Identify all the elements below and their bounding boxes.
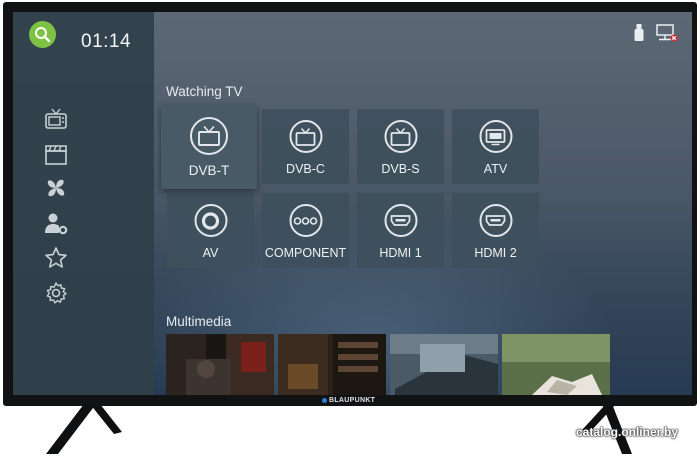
media-thumbnail[interactable] bbox=[502, 334, 610, 395]
sidebar-item-media[interactable] bbox=[44, 142, 68, 166]
brand-dot bbox=[322, 397, 327, 403]
search-icon bbox=[35, 27, 51, 43]
source-tile-hdmi-2[interactable]: HDMI 2 bbox=[452, 193, 539, 268]
source-label: COMPONENT bbox=[264, 246, 347, 260]
av-jack-icon bbox=[194, 204, 227, 237]
apps-icon bbox=[47, 179, 65, 197]
source-label: DVB-S bbox=[381, 162, 420, 176]
source-label: AV bbox=[202, 246, 219, 260]
source-label: HDMI 2 bbox=[474, 246, 517, 260]
source-tile-av[interactable]: AV bbox=[167, 193, 254, 268]
source-tile-atv[interactable]: ATV bbox=[452, 109, 539, 184]
star-icon bbox=[45, 247, 67, 268]
component-icon bbox=[289, 204, 322, 237]
tv-bezel: 01:14 Watching TV DVB-C DVB-S ATV AV COM… bbox=[3, 2, 697, 406]
usb-drive-icon bbox=[634, 24, 644, 41]
tv-icon bbox=[190, 117, 228, 155]
tv-screen: 01:14 Watching TV DVB-C DVB-S ATV AV COM… bbox=[13, 12, 692, 395]
tv-icon bbox=[384, 120, 417, 153]
brand-logo: BLAUPUNKT bbox=[322, 397, 375, 404]
source-tile-component[interactable]: COMPONENT bbox=[262, 193, 349, 268]
multimedia-title: Multimedia bbox=[166, 314, 232, 329]
network-status bbox=[656, 24, 678, 46]
tv-icon bbox=[289, 120, 322, 153]
user-settings-icon bbox=[45, 213, 68, 235]
tv-icon bbox=[45, 108, 67, 129]
source-label: ATV bbox=[483, 162, 508, 176]
clapperboard-icon bbox=[45, 145, 67, 165]
clock: 01:14 bbox=[81, 31, 132, 52]
brand-name: BLAUPUNKT bbox=[329, 397, 376, 404]
sidebar-item-user-settings[interactable] bbox=[44, 211, 68, 235]
sidebar-item-settings[interactable] bbox=[44, 281, 68, 305]
source-label: DVB-T bbox=[188, 163, 230, 178]
source-tile-dvb-s[interactable]: DVB-S bbox=[357, 109, 444, 184]
network-disconnected-icon bbox=[656, 24, 678, 42]
source-label: DVB-C bbox=[286, 162, 325, 176]
media-thumbnail[interactable] bbox=[278, 334, 386, 395]
hdmi-icon bbox=[384, 204, 417, 237]
search-button[interactable] bbox=[29, 21, 56, 48]
sidebar-item-tv[interactable] bbox=[44, 107, 68, 131]
source-tile-dvb-c[interactable]: DVB-C bbox=[262, 109, 349, 184]
source-label: HDMI 1 bbox=[379, 246, 422, 260]
sidebar: 01:14 bbox=[13, 12, 154, 395]
gear-icon bbox=[46, 282, 67, 304]
usb-status bbox=[634, 24, 644, 46]
media-thumbnail[interactable] bbox=[390, 334, 498, 395]
tv-stand-left bbox=[46, 404, 122, 454]
sidebar-item-favorites[interactable] bbox=[44, 246, 68, 270]
media-thumbnail[interactable] bbox=[166, 334, 274, 395]
watermark: catalog.onliner.by bbox=[575, 425, 678, 439]
source-tile-hdmi-1[interactable]: HDMI 1 bbox=[357, 193, 444, 268]
watching-tv-title: Watching TV bbox=[166, 84, 243, 99]
sidebar-item-apps[interactable] bbox=[44, 176, 68, 200]
monitor-icon bbox=[479, 120, 512, 153]
hdmi-icon bbox=[479, 204, 512, 237]
source-tile-dvb-t[interactable]: DVB-T bbox=[161, 105, 257, 189]
